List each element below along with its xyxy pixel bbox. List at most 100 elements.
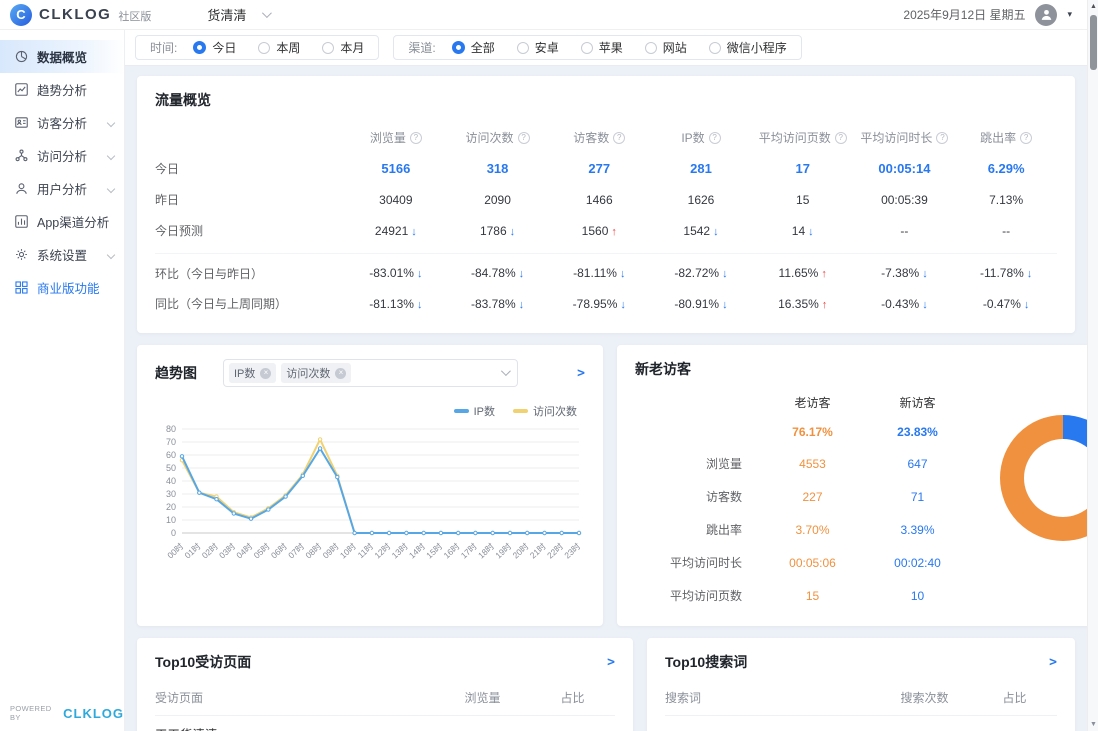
overview-value-cell: --	[955, 224, 1057, 238]
powered-by: POWERED BY CLKLOG	[10, 704, 124, 722]
overview-column-label: 访客数	[573, 131, 610, 145]
sidebar-item-user-analysis[interactable]: 用户分析	[0, 172, 124, 205]
trend-expand-arrow-icon[interactable]: >	[577, 366, 585, 381]
arrow-down-icon: ↓	[518, 268, 525, 280]
metric-tag[interactable]: IP数 ×	[229, 363, 277, 383]
svg-text:11时: 11时	[356, 541, 376, 560]
sidebar-item-business-features[interactable]: 商业版功能	[0, 271, 124, 304]
arrow-up-icon: ↑	[821, 298, 828, 311]
channel-filter-option-5[interactable]: 微信小程序	[708, 39, 787, 56]
sidebar-item-visitor-analysis[interactable]: 访客分析	[0, 106, 124, 139]
traffic-overview-title: 流量概览	[155, 92, 211, 108]
legend-swatch	[453, 409, 469, 413]
app-chart-icon	[15, 215, 28, 228]
visitors-header-row: 老访客 新访客	[635, 387, 970, 417]
overview-row-label: 今日	[155, 162, 180, 176]
empty-state-text: 暂无数据	[665, 716, 1057, 731]
info-icon[interactable]: ?	[409, 131, 422, 144]
radio-icon	[580, 41, 593, 54]
channel-filter-option-2[interactable]: 安卓	[516, 39, 559, 56]
legend-item[interactable]: IP数	[453, 403, 495, 419]
sidebar-item-trend-analysis[interactable]: 趋势分析	[0, 73, 124, 106]
sidebar-item-overview[interactable]: 数据概览	[0, 40, 124, 73]
info-icon[interactable]: ?	[708, 131, 721, 144]
svg-text:23时: 23时	[562, 541, 582, 561]
sidebar-item-app-channel-analysis[interactable]: App渠道分析	[0, 205, 124, 238]
project-selector[interactable]: 货清清	[207, 5, 273, 24]
info-icon[interactable]: ?	[834, 131, 847, 144]
overview-row-label: 今日预测	[155, 224, 204, 238]
radio-icon	[516, 41, 529, 54]
overview-value-cell: -7.38% ↓	[854, 266, 956, 280]
overview-column-label: 跳出率	[980, 131, 1017, 145]
visitors-metric-row: 跳出率 3.70% 3.39%	[635, 513, 970, 546]
info-icon[interactable]: ?	[517, 131, 530, 144]
top-search-expand-arrow-icon[interactable]: >	[1049, 655, 1057, 670]
overview-column-label: 平均访问时长	[860, 131, 933, 145]
overview-value-cell: 30409	[345, 193, 447, 207]
channel-filter-option-label: 苹果	[598, 41, 623, 55]
svg-text:50: 50	[166, 463, 176, 473]
info-icon[interactable]: ?	[1020, 131, 1033, 144]
chevron-down-icon	[106, 250, 116, 259]
metric-value: 17	[795, 161, 810, 176]
svg-text:70: 70	[166, 437, 176, 447]
top-pages-title: Top10受访页面	[155, 654, 252, 670]
radio-icon	[258, 41, 271, 54]
new-visitor-header: 新访客	[899, 395, 936, 410]
avatar[interactable]	[1035, 3, 1058, 26]
vertical-scrollbar[interactable]: ▲ ▼	[1087, 0, 1098, 731]
overview-value-cell: -81.11% ↓	[548, 266, 650, 280]
caret-down-icon[interactable]: ▾	[1067, 9, 1072, 20]
chevron-down-icon	[262, 8, 273, 19]
svg-text:20时: 20时	[511, 541, 531, 561]
sidebar-item-system-settings[interactable]: 系统设置	[0, 238, 124, 271]
metric-tag[interactable]: 访问次数 ×	[281, 363, 352, 383]
overview-value-cell: 6.29%	[955, 161, 1057, 176]
metric-selector[interactable]: IP数 × 访问次数 ×	[223, 359, 518, 387]
channel-filter-option-1[interactable]: 全部	[451, 39, 495, 56]
svg-text:10时: 10时	[338, 541, 358, 561]
channel-filter-option-3[interactable]: 苹果	[580, 39, 623, 56]
new-visitor-value: 647	[907, 456, 928, 471]
svg-text:20: 20	[166, 502, 176, 512]
metric-value: 5166	[381, 161, 411, 176]
time-filter-option-3[interactable]: 本月	[322, 39, 364, 56]
sidebar-item-label: 数据概览	[37, 51, 88, 65]
time-filter-option-1[interactable]: 今日	[193, 39, 236, 56]
overview-value-cell: 16.35% ↑	[752, 297, 854, 311]
chevron-down-icon	[500, 366, 511, 377]
remove-tag-icon[interactable]: ×	[260, 367, 272, 379]
info-icon[interactable]: ?	[936, 131, 949, 144]
svg-text:30: 30	[166, 489, 176, 499]
overview-column-header: 跳出率?	[955, 129, 1057, 146]
overview-column-label: 浏览量	[369, 131, 406, 145]
user-icon	[15, 182, 28, 195]
trend-chart-card: 趋势图 IP数 × 访问次数 × > IP数 访问次数 0 10 20 30 40 50 60 70 8…	[137, 345, 603, 626]
trend-line-chart: 0 10 20 30 40 50 60 70 80 00时01时02时03时04时05时06时07…	[165, 424, 582, 561]
scroll-down-arrow-icon[interactable]: ▼	[1090, 721, 1097, 728]
page-title-link[interactable]: 天天货清清	[155, 724, 435, 731]
overview-column-header: 平均访问时长?	[854, 129, 956, 146]
sidebar-item-label: 系统设置	[37, 249, 88, 263]
sidebar-item-visit-analysis[interactable]: 访问分析	[0, 139, 124, 172]
column-header: 占比	[560, 691, 585, 705]
time-filter-option-2[interactable]: 本周	[258, 39, 300, 56]
top-search-table: 搜索词 搜索次数 占比暂无数据	[665, 680, 1057, 731]
overview-value-cell: 2090	[447, 193, 549, 207]
column-header: 占比	[1002, 691, 1027, 705]
svg-text:16时: 16时	[441, 541, 461, 561]
visitors-metric-row: 平均访问页数 15 10	[635, 579, 970, 612]
arrow-down-icon: ↓	[713, 225, 719, 238]
info-icon[interactable]: ?	[613, 131, 626, 144]
overview-row: 今日预测 24921 ↓ 1786 ↓ 1560 ↑ 1542 ↓ 14 ↓ -- --	[155, 215, 1057, 246]
remove-tag-icon[interactable]: ×	[335, 367, 347, 379]
legend-item[interactable]: 访问次数	[513, 403, 577, 419]
scroll-up-arrow-icon[interactable]: ▲	[1090, 3, 1097, 10]
overview-value-cell: 00:05:14	[854, 161, 956, 176]
top-pages-expand-arrow-icon[interactable]: >	[607, 655, 615, 670]
metric-value: 11.65%	[778, 266, 819, 280]
channel-filter-option-4[interactable]: 网站	[644, 39, 687, 56]
time-filter-label: 时间:	[150, 41, 178, 55]
scrollbar-thumb[interactable]	[1090, 15, 1097, 70]
